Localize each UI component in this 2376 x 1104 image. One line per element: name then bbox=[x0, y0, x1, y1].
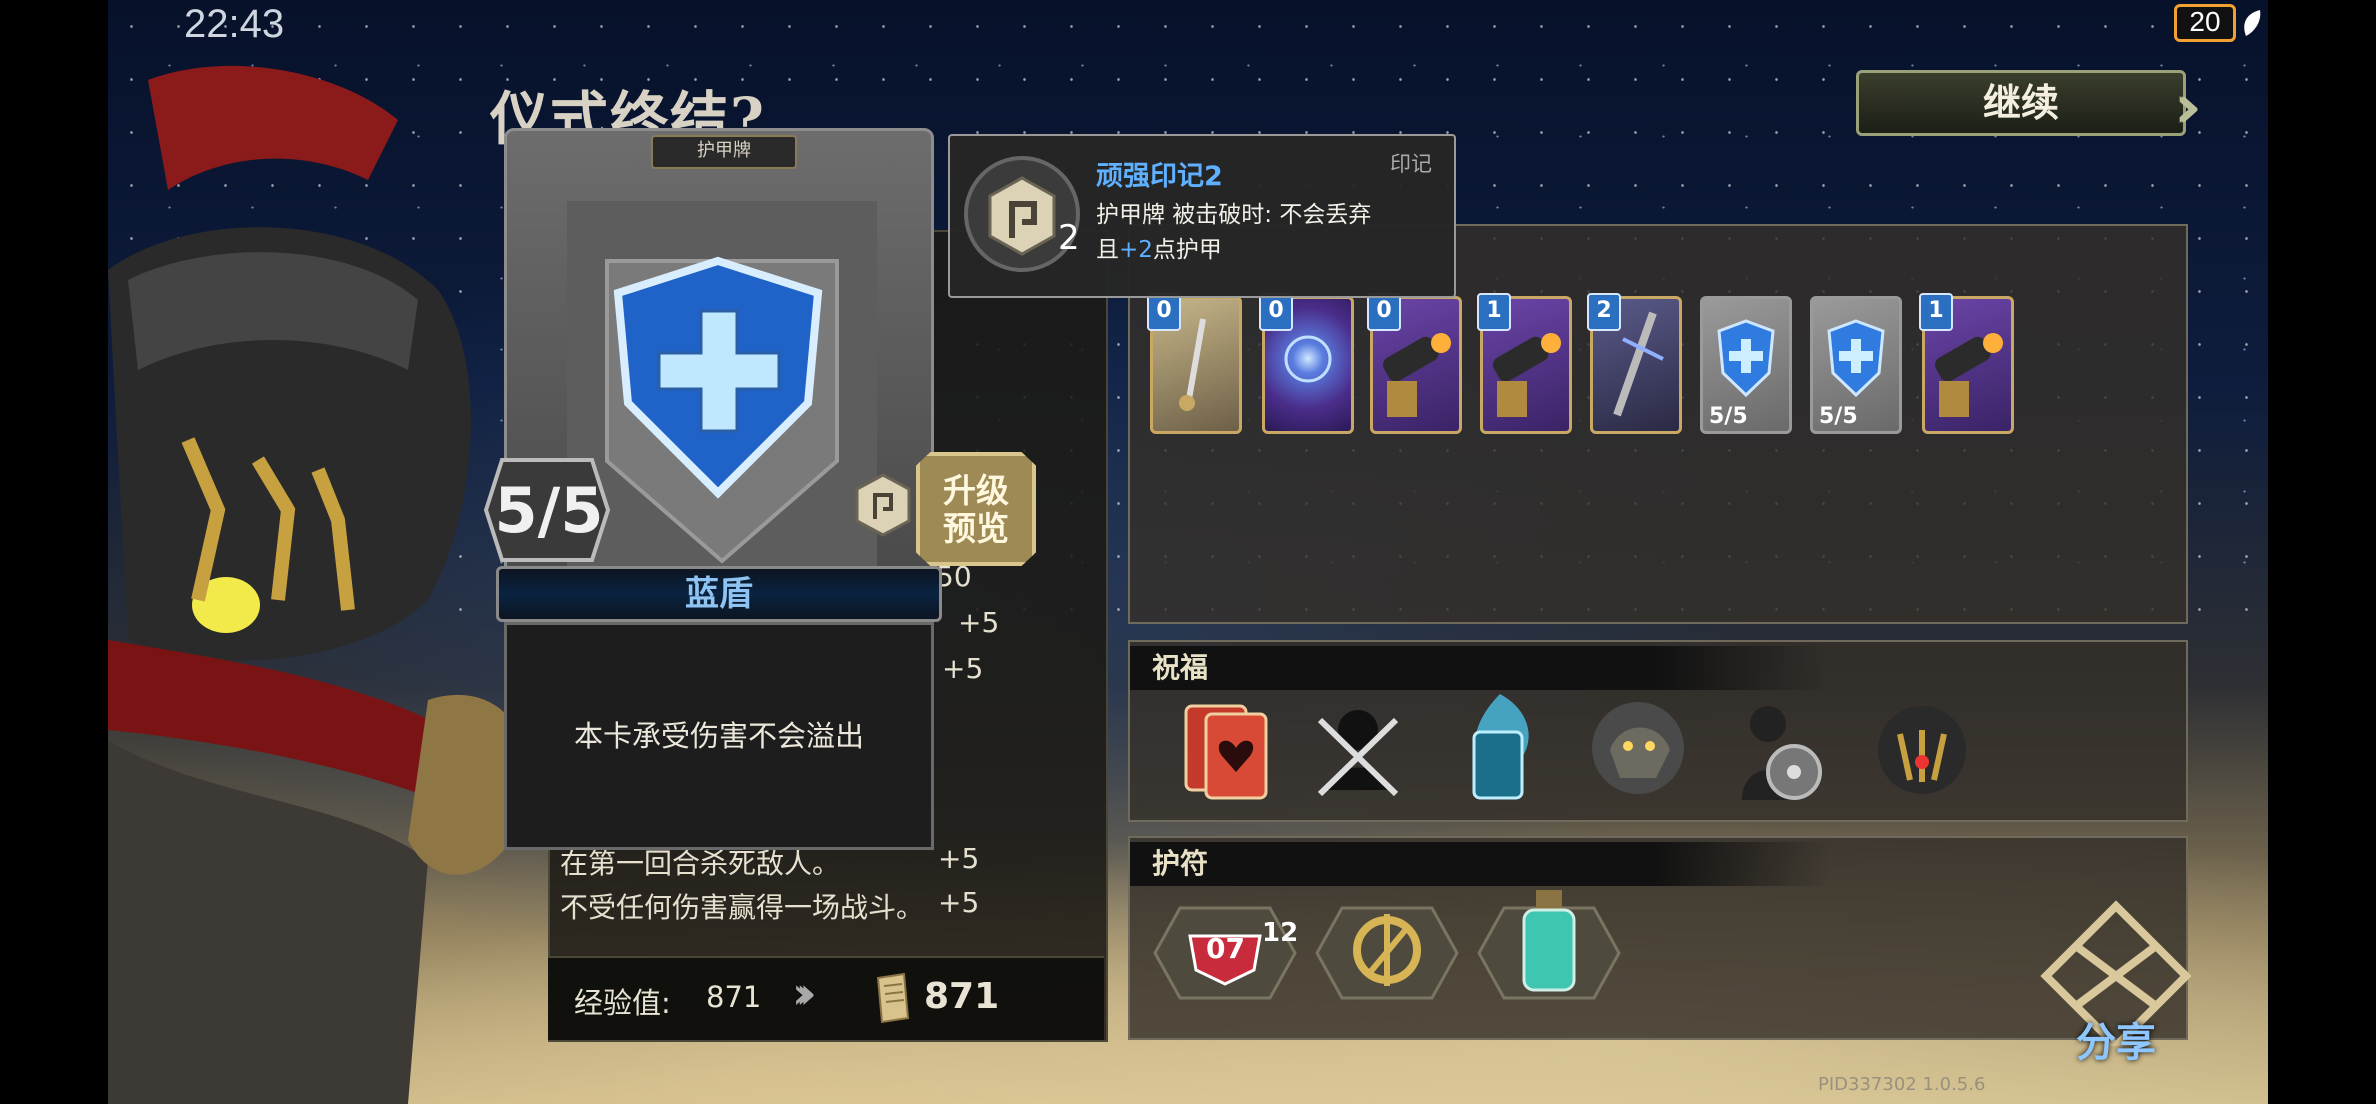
mark-tooltip: 2 顽强印记2 印记 护甲牌 被击破时: 不会丢弃 且+2点护甲 bbox=[948, 134, 1456, 298]
chevron-right-icon: ››› bbox=[2174, 72, 2202, 142]
deck-card[interactable]: 0 bbox=[1147, 293, 1242, 434]
tooltip-line2: 且+2点护甲 bbox=[1096, 233, 1436, 268]
letterbox-right bbox=[2268, 0, 2376, 1104]
deck-card[interactable]: 5/5 bbox=[1810, 296, 1902, 434]
upgrade-line2: 预览 bbox=[943, 509, 1009, 548]
result-value: +5 bbox=[942, 652, 984, 685]
tooltip-tag: 印记 bbox=[1390, 152, 1432, 176]
arrow-right-icon: ››› bbox=[792, 968, 817, 1019]
card-cost: 0 bbox=[1147, 293, 1181, 331]
deck-card[interactable]: 0 bbox=[1259, 293, 1354, 434]
blue-shield-icon bbox=[613, 256, 823, 499]
heart-cards-icon[interactable] bbox=[1170, 690, 1286, 806]
result-value: +5 bbox=[938, 842, 980, 875]
deck-card[interactable]: 0 bbox=[1367, 293, 1462, 434]
stubborn-mark-icon bbox=[855, 473, 911, 537]
card-hp: 5/5 bbox=[494, 474, 604, 547]
tooltip-line1: 护甲牌 被击破时: 不会丢弃 bbox=[1096, 202, 1372, 228]
leaf-icon bbox=[2244, 10, 2261, 36]
golden-compass-icon[interactable] bbox=[1312, 888, 1462, 1018]
beast-head-icon[interactable] bbox=[1580, 690, 1696, 806]
result-value: +5 bbox=[938, 886, 980, 919]
card-name: 蓝盾 bbox=[496, 566, 942, 622]
blessings-title: 祝福 bbox=[1130, 646, 1830, 690]
battery-level: 20 bbox=[2174, 4, 2236, 42]
masked-helm-icon[interactable] bbox=[1864, 690, 1980, 806]
tooltip-line2-prefix: 且 bbox=[1096, 237, 1119, 263]
card-cost: 0 bbox=[1259, 293, 1293, 331]
tooltip-line2-value: +2 bbox=[1119, 237, 1153, 263]
deck-card[interactable]: 5/5 bbox=[1700, 296, 1792, 434]
battery-indicator: 20 bbox=[2174, 4, 2264, 42]
xp-value: 871 bbox=[706, 980, 762, 1014]
xp-label: 经验值: bbox=[574, 986, 671, 1020]
stubborn-mark-icon bbox=[964, 156, 1080, 272]
card-cost: 0 bbox=[1367, 293, 1401, 331]
xp-total: 871 bbox=[924, 976, 1000, 1017]
card-hp: 5/5 bbox=[1819, 404, 1858, 429]
badge-count: 12 bbox=[1262, 918, 1299, 948]
tooltip-body: 护甲牌 被击破时: 不会丢弃 且+2点护甲 bbox=[1096, 198, 1436, 268]
card-cost: 2 bbox=[1587, 293, 1621, 331]
badge-value: 07 bbox=[1206, 932, 1245, 965]
parchment-icon bbox=[876, 972, 910, 1024]
result-row-text: 不受任何伤害赢得一场战斗。 bbox=[560, 891, 925, 924]
amulets-title: 护符 bbox=[1130, 842, 1830, 886]
card-cost: 1 bbox=[1477, 293, 1511, 331]
tooltip-line2-suffix: 点护甲 bbox=[1152, 237, 1222, 263]
experience-bar: 经验值: 871 ››› 871 bbox=[548, 956, 1104, 1040]
potion-bottle-icon[interactable] bbox=[1474, 888, 1624, 1018]
crossed-blades-icon[interactable] bbox=[1300, 690, 1416, 806]
upgrade-preview-button[interactable]: 升级 预览 bbox=[916, 452, 1036, 566]
badge-07-icon[interactable]: 07 12 bbox=[1150, 888, 1300, 1018]
continue-label: 继续 bbox=[1982, 81, 2059, 125]
deck-card[interactable]: 2 bbox=[1587, 293, 1682, 434]
tooltip-icon-number: 2 bbox=[1058, 218, 1080, 258]
status-clock: 22:43 bbox=[184, 2, 285, 46]
letterbox-left bbox=[0, 0, 108, 1104]
continue-button[interactable]: 继续 ››› bbox=[1856, 70, 2236, 142]
upgrade-line1: 升级 bbox=[943, 471, 1009, 510]
deck-card[interactable]: 1 bbox=[1477, 293, 1572, 434]
result-value: +5 bbox=[958, 606, 1000, 639]
card-detail: 护甲牌 5/5 蓝盾 本卡承受伤害不会溢出 bbox=[483, 128, 942, 850]
blue-flame-card-icon[interactable] bbox=[1440, 690, 1556, 806]
share-button[interactable]: 分享 bbox=[2036, 896, 2196, 1066]
card-cost: 1 bbox=[1919, 293, 1953, 331]
card-description: 本卡承受伤害不会溢出 bbox=[504, 622, 934, 850]
card-type: 护甲牌 bbox=[651, 135, 797, 169]
card-hp: 5/5 bbox=[1709, 404, 1748, 429]
tooltip-title: 顽强印记2 bbox=[1096, 161, 1223, 192]
shield-warrior-icon[interactable] bbox=[1720, 690, 1836, 806]
share-label: 分享 bbox=[2076, 1020, 2156, 1066]
version-label: PID337302 1.0.5.6 bbox=[1818, 1074, 1986, 1095]
deck-card[interactable]: 1 bbox=[1919, 293, 2014, 434]
